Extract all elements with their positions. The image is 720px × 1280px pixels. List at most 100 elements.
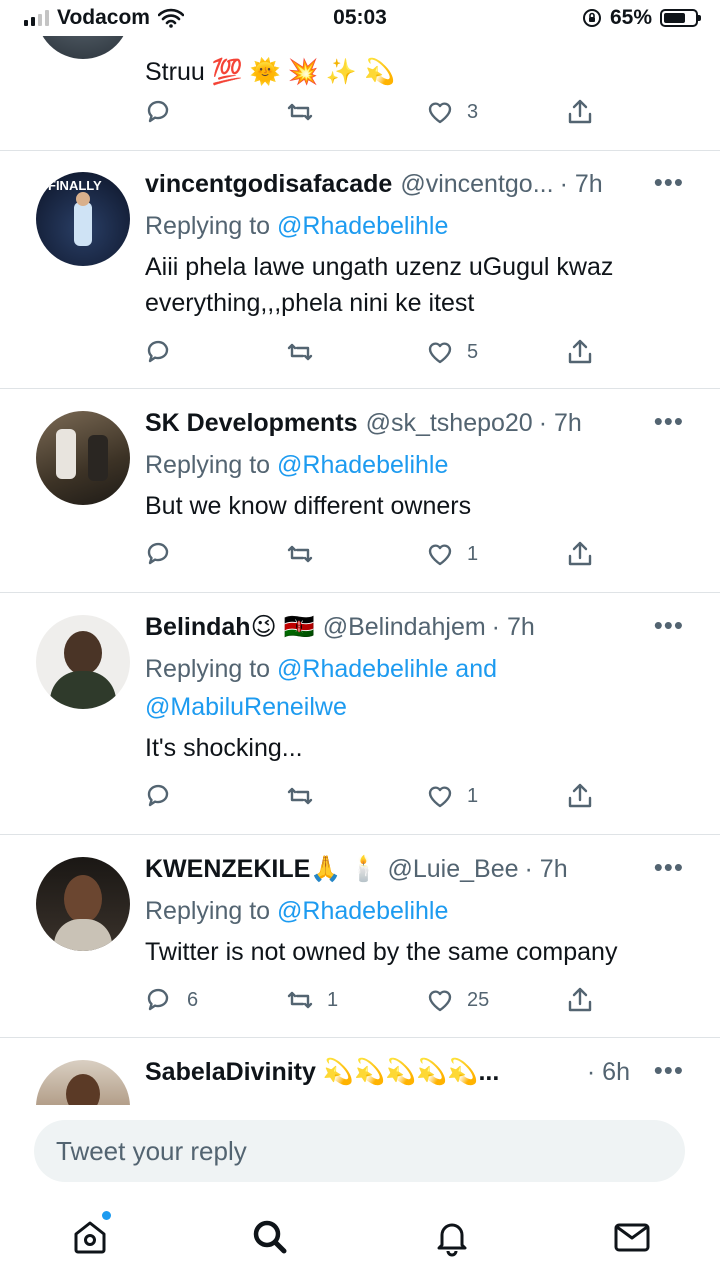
user-handle[interactable]: @vincentgo... xyxy=(400,170,553,199)
battery-icon xyxy=(660,9,701,27)
like-count: 25 xyxy=(467,988,490,1011)
tweet-item[interactable]: Belindah😉 🇰🇪 @Belindahjem · 7h ••• Reply… xyxy=(0,593,720,835)
share-icon xyxy=(568,783,592,808)
tweet-text: Struu 💯 🌞 💥 ✨ 💫 xyxy=(145,58,396,86)
retweet-button[interactable] xyxy=(285,97,315,127)
avatar[interactable] xyxy=(36,411,130,505)
retweet-count: 1 xyxy=(327,988,339,1011)
status-bar: Vodacom 05:03 65% xyxy=(0,0,720,36)
mention-link[interactable]: @MabiluReneilwe xyxy=(145,693,347,721)
retweet-icon xyxy=(287,545,313,563)
mention-link[interactable]: @Rhadebelihle and xyxy=(277,655,497,683)
reply-button[interactable]: 6 xyxy=(145,985,198,1015)
more-icon[interactable]: ••• xyxy=(654,1055,684,1086)
retweet-icon xyxy=(287,787,313,805)
share-icon xyxy=(568,987,592,1012)
reply-button[interactable] xyxy=(145,97,175,127)
tweet-text: Aiii phela lawe ungath uzenz uGugul kwaz… xyxy=(145,253,614,317)
share-button[interactable] xyxy=(565,539,595,569)
avatar[interactable] xyxy=(36,857,130,951)
more-icon[interactable]: ••• xyxy=(654,852,684,883)
like-count: 1 xyxy=(467,542,479,565)
share-button[interactable] xyxy=(565,781,595,811)
mention-link[interactable]: @Rhadebelihle xyxy=(277,212,448,240)
like-button[interactable]: 1 xyxy=(425,781,478,811)
like-button[interactable]: 3 xyxy=(425,97,478,127)
replying-to: Replying to @Rhadebelihle xyxy=(145,897,449,925)
battery-percent: 65% xyxy=(609,6,652,29)
avatar[interactable]: FINALLY xyxy=(36,172,130,266)
mention-link[interactable]: @Rhadebelihle xyxy=(277,897,448,925)
tweet-text: But we know different owners xyxy=(145,492,472,520)
more-icon[interactable]: ••• xyxy=(654,406,684,437)
avatar[interactable] xyxy=(36,615,130,709)
tab-notifications[interactable] xyxy=(430,1215,474,1259)
timestamp: · 7h xyxy=(524,854,568,883)
reply-icon xyxy=(147,340,169,363)
tweet-item[interactable]: KWENZEKILE🙏 🕯️ @Luie_Bee · 7h ••• Replyi… xyxy=(0,835,720,1038)
timestamp: · 7h xyxy=(559,169,603,198)
bottom-tab-bar xyxy=(0,1195,720,1280)
reply-button[interactable] xyxy=(145,539,175,569)
avatar[interactable] xyxy=(36,1060,130,1105)
more-icon[interactable]: ••• xyxy=(654,610,684,641)
user-handle[interactable]: @sk_tshepo20 xyxy=(366,409,533,438)
home-icon xyxy=(74,1221,106,1254)
reply-icon xyxy=(147,542,169,565)
retweet-button[interactable] xyxy=(285,539,315,569)
tweet-text: Twitter is not owned by the same company xyxy=(145,938,618,966)
status-right: 65% xyxy=(582,6,701,30)
retweet-icon xyxy=(287,103,313,121)
tweet-item[interactable]: SabelaDivinity 💫💫💫💫💫... · 6h ••• xyxy=(0,1038,720,1105)
replying-to: Replying to @Rhadebelihle xyxy=(145,451,449,479)
more-icon[interactable]: ••• xyxy=(654,167,684,198)
display-name[interactable]: vincentgodisafacade xyxy=(145,170,392,199)
user-handle[interactable]: @Luie_Bee xyxy=(387,855,518,884)
tab-messages[interactable] xyxy=(610,1215,654,1259)
tab-home[interactable] xyxy=(68,1211,112,1259)
retweet-icon xyxy=(287,991,313,1009)
like-button[interactable]: 1 xyxy=(425,539,478,569)
reply-button[interactable] xyxy=(145,337,175,367)
tweet-item[interactable]: FINALLY vincentgodisafacade @vincentgo..… xyxy=(0,150,720,389)
retweet-button[interactable]: 1 xyxy=(285,985,338,1015)
timestamp: · 7h xyxy=(538,408,582,437)
reply-composer[interactable] xyxy=(34,1120,685,1182)
reply-button[interactable] xyxy=(145,781,175,811)
tweet-item[interactable]: SK Developments @sk_tshepo20 · 7h ••• Re… xyxy=(0,389,720,593)
user-handle[interactable]: @Belindahjem xyxy=(323,613,486,642)
reply-icon xyxy=(147,988,169,1011)
reply-icon xyxy=(147,784,169,807)
display-name[interactable]: Belindah😉 🇰🇪 xyxy=(145,612,315,642)
like-button[interactable]: 5 xyxy=(425,337,478,367)
reply-icon xyxy=(147,100,169,123)
mail-icon xyxy=(614,1223,650,1252)
replying-to: Replying to @Rhadebelihle and @MabiluRen… xyxy=(145,655,498,721)
search-icon xyxy=(253,1220,287,1254)
replying-to: Replying to @Rhadebelihle xyxy=(145,212,449,240)
tab-search[interactable] xyxy=(248,1215,292,1259)
like-count: 1 xyxy=(467,784,479,807)
display-name[interactable]: SabelaDivinity 💫💫💫💫💫... xyxy=(145,1058,499,1087)
display-name[interactable]: KWENZEKILE🙏 🕯️ xyxy=(145,855,379,884)
share-button[interactable] xyxy=(565,985,595,1015)
tweet-text: It's shocking... xyxy=(145,734,303,762)
share-icon xyxy=(568,541,592,566)
mention-link[interactable]: @Rhadebelihle xyxy=(277,451,448,479)
reply-input[interactable] xyxy=(34,1120,685,1182)
replies-feed[interactable]: Struu 💯 🌞 💥 ✨ 💫 3 FINALLY vincentgodisaf… xyxy=(0,0,720,1105)
orientation-lock-icon xyxy=(582,9,601,27)
like-button[interactable]: 25 xyxy=(425,985,489,1015)
notification-dot xyxy=(102,1211,111,1220)
heart-icon xyxy=(428,786,452,808)
share-icon xyxy=(568,339,592,364)
bell-icon xyxy=(437,1223,467,1257)
heart-icon xyxy=(428,102,452,124)
retweet-button[interactable] xyxy=(285,781,315,811)
retweet-button[interactable] xyxy=(285,337,315,367)
share-button[interactable] xyxy=(565,337,595,367)
display-name[interactable]: SK Developments xyxy=(145,409,358,438)
timestamp: · 6h xyxy=(586,1057,630,1086)
share-button[interactable] xyxy=(565,97,595,127)
timestamp: · 7h xyxy=(491,612,535,641)
